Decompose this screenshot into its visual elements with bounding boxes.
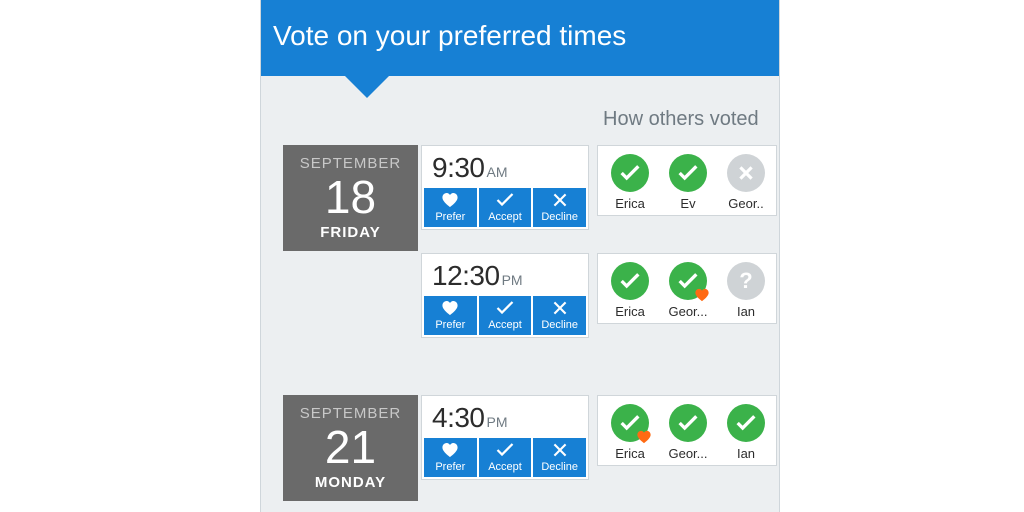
- vote-accept-icon: [727, 404, 765, 442]
- heart-badge-icon: [637, 430, 651, 444]
- prefer-button[interactable]: Prefer: [424, 296, 477, 335]
- time-label: 9:30AM: [422, 146, 588, 188]
- voter: Geor..: [722, 154, 770, 211]
- check-icon: [479, 191, 532, 209]
- decline-button[interactable]: Decline: [533, 188, 586, 227]
- vote-buttons: Prefer Accept Decline: [422, 438, 588, 479]
- day-name: MONDAY: [289, 474, 412, 491]
- voter-strip: Erica Geor... ? Ian: [597, 253, 777, 324]
- vote-accept-icon: [611, 154, 649, 192]
- prefer-label: Prefer: [424, 211, 477, 223]
- time-label: 4:30PM: [422, 396, 588, 438]
- check-icon: [479, 441, 532, 459]
- decline-button[interactable]: Decline: [533, 438, 586, 477]
- voter: Geor...: [664, 262, 712, 319]
- time-slot: 9:30AM Prefer Accept Decline: [421, 145, 589, 230]
- voter-strip: Erica Geor... Ian: [597, 395, 777, 466]
- time-ampm: PM: [502, 272, 523, 288]
- accept-label: Accept: [479, 211, 532, 223]
- banner-title: Vote on your preferred times: [273, 20, 626, 51]
- time-value: 12:30: [432, 260, 500, 291]
- prefer-label: Prefer: [424, 461, 477, 473]
- decline-label: Decline: [533, 211, 586, 223]
- accept-label: Accept: [479, 319, 532, 331]
- prefer-button[interactable]: Prefer: [424, 188, 477, 227]
- day-card: SEPTEMBER 21 MONDAY: [283, 395, 418, 501]
- voter-name: Ev: [680, 196, 695, 211]
- voter-name: Geor..: [728, 196, 763, 211]
- accept-button[interactable]: Accept: [479, 296, 532, 335]
- day-number: 21: [289, 424, 412, 470]
- check-icon: [479, 299, 532, 317]
- voter: Ian: [722, 404, 770, 461]
- time-value: 9:30: [432, 152, 485, 183]
- decline-button[interactable]: Decline: [533, 296, 586, 335]
- vote-accept-icon: [611, 262, 649, 300]
- vote-buttons: Prefer Accept Decline: [422, 188, 588, 229]
- x-icon: [533, 299, 586, 317]
- voter-name: Geor...: [668, 304, 707, 319]
- prefer-button[interactable]: Prefer: [424, 438, 477, 477]
- x-icon: [533, 441, 586, 459]
- vote-buttons: Prefer Accept Decline: [422, 296, 588, 337]
- heart-badge-icon: [695, 288, 709, 302]
- accept-button[interactable]: Accept: [479, 438, 532, 477]
- voter-name: Erica: [615, 446, 645, 461]
- voter: Erica: [606, 404, 654, 461]
- time-slot: 4:30PM Prefer Accept Decline: [421, 395, 589, 480]
- vote-prefer-icon: [669, 262, 707, 300]
- poll-panel: Vote on your preferred times How others …: [260, 0, 780, 512]
- voter-name: Geor...: [668, 446, 707, 461]
- time-slot: 12:30PM Prefer Accept Decline: [421, 253, 589, 338]
- accept-label: Accept: [479, 461, 532, 473]
- day-name: FRIDAY: [289, 224, 412, 241]
- decline-label: Decline: [533, 461, 586, 473]
- decline-label: Decline: [533, 319, 586, 331]
- voter-name: Erica: [615, 196, 645, 211]
- vote-unknown-icon: ?: [727, 262, 765, 300]
- voter: Geor...: [664, 404, 712, 461]
- voter-name: Ian: [737, 304, 755, 319]
- time-ampm: PM: [487, 414, 508, 430]
- x-icon: [533, 191, 586, 209]
- day-number: 18: [289, 174, 412, 220]
- day-card: SEPTEMBER 18 FRIDAY: [283, 145, 418, 251]
- voter-strip: Erica Ev Geor..: [597, 145, 777, 216]
- banner: Vote on your preferred times: [261, 0, 779, 76]
- voter: ? Ian: [722, 262, 770, 319]
- day-month: SEPTEMBER: [289, 405, 412, 422]
- voter: Ev: [664, 154, 712, 211]
- time-value: 4:30: [432, 402, 485, 433]
- voter-name: Ian: [737, 446, 755, 461]
- heart-icon: [424, 299, 477, 317]
- prefer-label: Prefer: [424, 319, 477, 331]
- day-month: SEPTEMBER: [289, 155, 412, 172]
- heart-icon: [424, 441, 477, 459]
- time-ampm: AM: [487, 164, 508, 180]
- time-label: 12:30PM: [422, 254, 588, 296]
- vote-accept-icon: [669, 404, 707, 442]
- voter: Erica: [606, 262, 654, 319]
- others-voted-header: How others voted: [603, 108, 759, 131]
- heart-icon: [424, 191, 477, 209]
- voter: Erica: [606, 154, 654, 211]
- vote-accept-icon: [669, 154, 707, 192]
- vote-prefer-icon: [611, 404, 649, 442]
- vote-decline-icon: [727, 154, 765, 192]
- voter-name: Erica: [615, 304, 645, 319]
- accept-button[interactable]: Accept: [479, 188, 532, 227]
